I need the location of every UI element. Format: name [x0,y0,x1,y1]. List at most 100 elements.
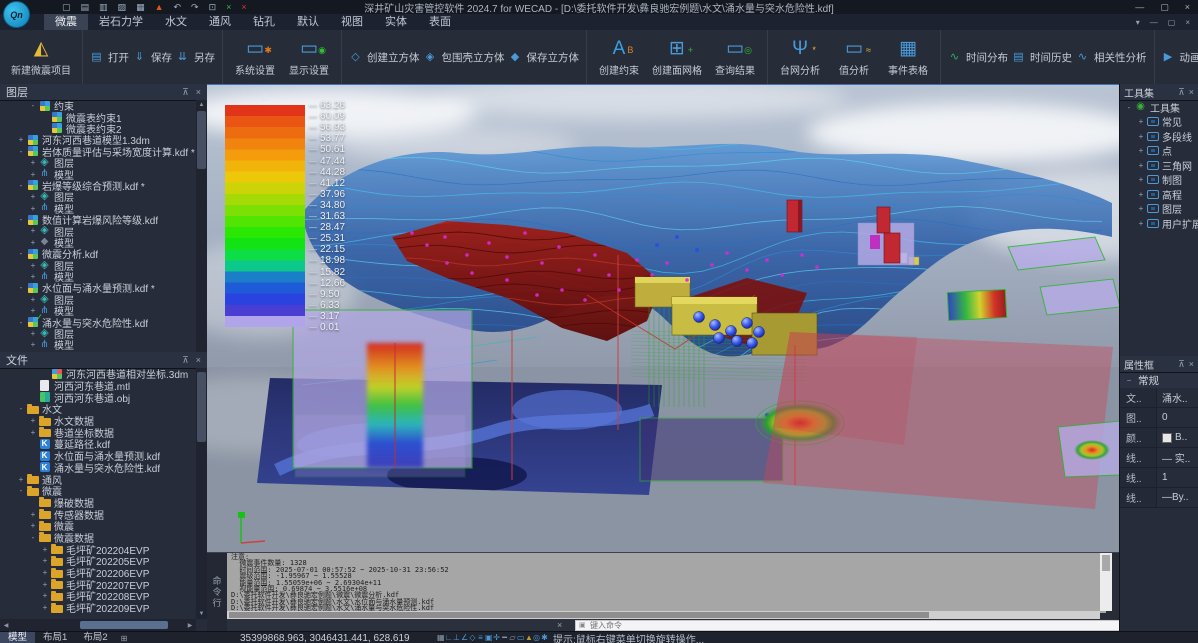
menu-tab-岩石力学[interactable]: 岩石力学 [88,14,154,30]
annotation-icon[interactable]: ▲ [525,632,532,643]
workspace-icon[interactable]: ✱ [541,632,548,643]
tree-item[interactable]: +常见 [1120,115,1198,130]
close-red-icon[interactable]: × [241,0,246,14]
tree-item[interactable]: +高程 [1120,187,1198,202]
menu-tab-钻孔[interactable]: 钻孔 [242,14,286,30]
close-panel-icon[interactable]: × [196,84,201,100]
expander-icon[interactable]: + [28,204,38,213]
redo-icon[interactable]: ↷ [191,0,199,14]
console-log[interactable]: 注意: 微震事件数量: 1328 时间范围: 2025-07-01 00:57:… [227,553,1106,613]
time-history-button[interactable]: ▤时间历史 [1012,50,1072,65]
close-panel-icon[interactable]: × [196,352,201,368]
close-panel-icon[interactable]: × [1189,84,1194,100]
property-row[interactable]: 线..1 [1120,468,1198,488]
property-row[interactable]: 线..—By.. [1120,488,1198,508]
autoscale-icon[interactable]: ◎ [533,632,540,643]
menu-tab-默认[interactable]: 默认 [286,14,330,30]
tree-item[interactable]: -水文 [0,403,196,415]
close-panel-icon[interactable]: × [1189,356,1194,372]
osnap-icon[interactable]: ◇ [469,632,476,643]
snap-icon[interactable]: ∟ [445,632,452,643]
menu-arrow-icon[interactable]: ▾ [1136,18,1140,27]
tree-item[interactable]: -水位面与涌水量预测.kdf * [0,282,196,293]
ortho-icon[interactable]: ⊥ [453,632,460,643]
tree-item[interactable]: +传感器数据 [0,508,196,520]
tree-item[interactable]: +毛坪矿202209EVP [0,602,196,614]
doc-restore-icon[interactable]: ▢ [1168,18,1176,27]
tree-item[interactable]: +多段线 [1120,129,1198,144]
console-vscrollbar[interactable] [1100,553,1112,611]
brand-a-icon[interactable]: ▲ [155,0,164,14]
property-row[interactable]: 颜..B.. [1120,428,1198,448]
tree-item[interactable]: +用户扩展 [1120,216,1198,231]
property-row[interactable]: 文..涌水.. [1120,388,1198,408]
cube-button[interactable]: ◇创建立方体 [349,50,420,65]
expander-icon[interactable]: + [1136,175,1146,184]
mesh-grid-button[interactable]: ⊞+创建面网格 [648,32,706,82]
expander-icon[interactable]: + [28,329,38,338]
expander-icon[interactable]: - [16,215,26,224]
display-settings-button[interactable]: ▭◉显示设置 [284,32,334,82]
tree-item[interactable]: -微震 [0,485,196,497]
expander-icon[interactable]: - [28,533,38,542]
ducs-icon[interactable]: ▣ [485,632,492,643]
tree-item[interactable]: +⋔模型 [0,339,196,350]
close-green-icon[interactable]: × [226,0,231,14]
menu-tab-表面[interactable]: 表面 [418,14,462,30]
system-settings-button[interactable]: ▭✱系统设置 [230,32,280,82]
expander-icon[interactable]: + [40,591,50,600]
property-row[interactable]: 线..— 实.. [1120,448,1198,468]
tree-item[interactable]: -微震分析.kdf [0,248,196,259]
expander-icon[interactable]: + [40,603,50,612]
expander-icon[interactable]: + [28,521,38,530]
scroll-down-icon[interactable]: ▼ [196,609,207,619]
animation-button[interactable]: ▶动画 [1162,50,1198,65]
pin-icon[interactable]: ⊼ [1178,356,1185,372]
layout-tab-布局1[interactable]: 布局1 [35,632,75,643]
expander-icon[interactable]: + [28,158,38,167]
pin-icon[interactable]: ⊼ [1178,84,1185,100]
dyn-input-icon[interactable]: ✛ [493,632,500,643]
expander-icon[interactable]: + [1136,132,1146,141]
tree-item[interactable]: -岩体质量评估与采场宽度计算.kdf * [0,146,196,157]
tree-item[interactable]: +通风 [0,473,196,485]
query-results-button[interactable]: ▭◎查询结果 [710,32,760,82]
cube-save-button[interactable]: ◆保存立方体 [509,50,580,65]
expander-icon[interactable]: + [40,568,50,577]
expander-icon[interactable]: + [28,170,38,179]
property-row[interactable]: 图..0 [1120,408,1198,428]
selection-icon[interactable]: ▭ [517,632,524,643]
grid-icon[interactable]: ▦ [437,632,444,643]
print-icon[interactable]: ▦ [136,0,145,14]
tree-item[interactable]: K涌水量与突水危险性.kdf [0,462,196,474]
scroll-right-icon[interactable]: ▶ [184,619,196,631]
new-layout-icon[interactable]: ⊞ [116,634,133,643]
close-icon[interactable]: × [1185,0,1190,14]
viewport-box-icon[interactable]: ⊡ [209,0,217,14]
open-button[interactable]: ▤打开 [90,50,129,65]
expander-icon[interactable]: - [28,101,38,110]
scroll-up-icon[interactable]: ▲ [196,100,207,110]
lineweight-icon[interactable]: ━ [501,632,508,643]
tree-item[interactable]: 河西河东巷道.obj [0,391,196,403]
save-as-button[interactable]: ⇊另存 [176,50,215,65]
cube-shell-button[interactable]: ◈包围壳立方体 [424,50,505,65]
expander-icon[interactable]: + [1136,219,1146,228]
doc-close-icon[interactable]: × [1185,18,1190,27]
save-button[interactable]: ⇓保存 [133,50,172,65]
expander-icon[interactable]: - [16,404,26,413]
tree-item[interactable]: -✓涌水量与突水危险性.kdf [0,316,196,327]
expander-icon[interactable]: + [28,340,38,349]
expander-icon[interactable]: - [16,181,26,190]
console-tab[interactable]: 命令行 [207,553,227,632]
expander-icon[interactable]: + [1136,161,1146,170]
expander-icon[interactable]: + [28,192,38,201]
expander-icon[interactable]: - [16,283,26,292]
save-as-icon[interactable]: ▨ [118,0,127,14]
menu-tab-微震[interactable]: 微震 [44,14,88,30]
expander-icon[interactable]: + [28,416,38,425]
time-dist-button[interactable]: ∿时间分布 [948,50,1008,65]
console-hscrollbar[interactable] [227,611,1100,619]
expander-icon[interactable]: - [16,147,26,156]
expander-icon[interactable]: + [28,510,38,519]
